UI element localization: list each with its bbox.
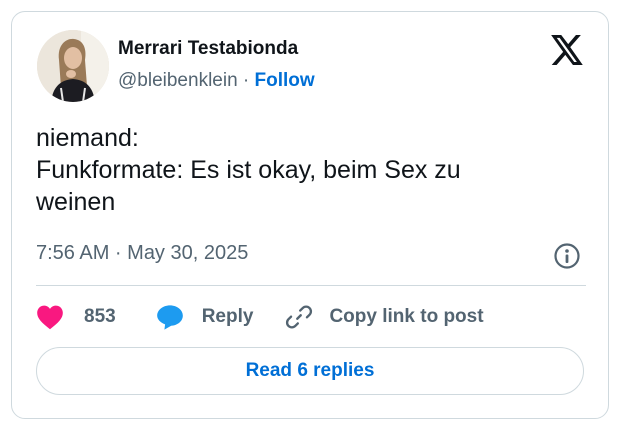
read-replies-label: Read 6 replies (245, 360, 375, 381)
heart-icon (37, 305, 63, 330)
post-text: niemand: Funkformate: Es ist okay, beim … (36, 122, 586, 218)
handle-separator: · (242, 70, 255, 91)
speech-bubble-icon (156, 305, 183, 330)
post-text-line: weinen (36, 188, 116, 216)
avatar-photo (37, 30, 109, 102)
author-name[interactable]: Merrari Testabionda (118, 38, 298, 60)
reply-button[interactable]: Reply (156, 304, 254, 330)
post-actions: 853 Reply Copy link to post (36, 302, 484, 332)
post-timestamp[interactable]: 7:56 AM · May 30, 2025 (36, 242, 248, 265)
follow-link[interactable]: Follow (255, 70, 315, 91)
x-logo-icon[interactable] (551, 35, 584, 65)
like-button[interactable]: 853 (36, 304, 116, 330)
author-avatar[interactable] (37, 30, 109, 102)
info-icon[interactable] (553, 242, 581, 270)
link-icon (286, 305, 313, 329)
embedded-post-card: Merrari Testabionda @bleibenklein · Foll… (11, 11, 609, 419)
post-text-line: niemand: (36, 124, 139, 152)
read-replies-button[interactable]: Read 6 replies (36, 347, 584, 395)
copy-link-label: Copy link to post (329, 306, 484, 327)
reply-label: Reply (201, 306, 254, 327)
author-handle[interactable]: @bleibenklein (118, 70, 238, 91)
author-handle-row: @bleibenklein · Follow (118, 70, 315, 92)
copy-link-button[interactable]: Copy link to post (285, 303, 484, 331)
like-count: 853 (84, 306, 116, 327)
post-text-line: Funkformate: Es ist okay, beim Sex zu (36, 156, 461, 184)
divider (36, 285, 586, 286)
